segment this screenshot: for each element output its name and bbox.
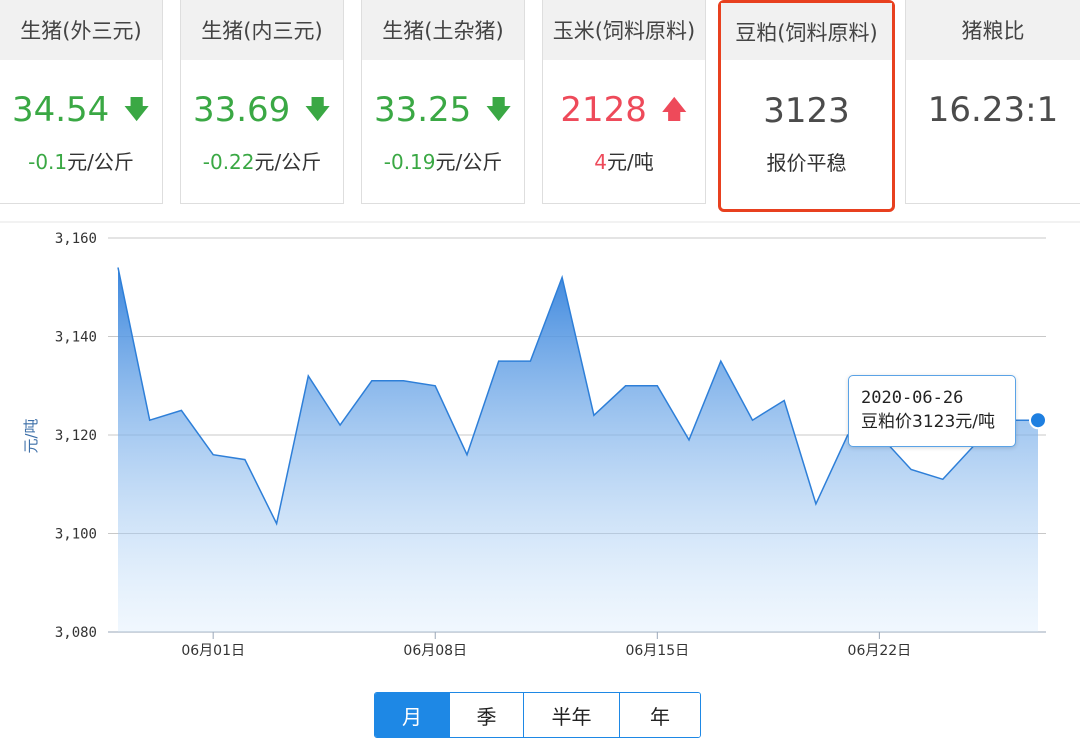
y-axis-ticks: 3,080 3,100 3,120 3,140 3,160	[55, 231, 97, 641]
range-half-year-button[interactable]: 半年	[524, 693, 620, 737]
card-change: -0.1元/公斤	[28, 150, 134, 174]
x-axis: 06月01日 06月08日 06月15日 06月22日	[181, 632, 911, 659]
arrow-up-icon: 🡅	[660, 95, 688, 125]
card-title: 玉米(饲料原料)	[543, 0, 705, 60]
y-tick-label: 3,120	[55, 428, 97, 444]
highlight-point[interactable]	[1029, 411, 1047, 430]
card-pig-internal[interactable]: 生猪(内三元) 33.69 🡇 -0.22元/公斤	[180, 0, 344, 204]
card-title: 生猪(土杂猪)	[362, 0, 524, 60]
x-tick-label: 06月01日	[181, 643, 245, 659]
card-pig-grain-ratio[interactable]: 猪粮比 16.23:1	[905, 0, 1080, 204]
card-soybean-meal[interactable]: 豆粕(饲料原料) 3123 报价平稳	[718, 0, 895, 212]
card-value: 34.54 🡇	[0, 90, 162, 135]
card-change: 4元/吨	[594, 150, 654, 174]
card-value: 33.25 🡇	[362, 90, 524, 135]
x-tick-label: 06月08日	[403, 643, 467, 659]
y-tick-label: 3,140	[55, 330, 97, 346]
card-value: 16.23:1	[927, 90, 1059, 130]
card-corn[interactable]: 玉米(饲料原料) 2128 🡅 4元/吨	[542, 0, 706, 204]
card-change: 报价平稳	[766, 151, 847, 175]
card-change: -0.22元/公斤	[202, 150, 322, 174]
card-title: 生猪(外三元)	[0, 0, 162, 60]
range-year-button[interactable]: 年	[620, 693, 700, 737]
tooltip-date: 2020-06-26	[861, 388, 964, 408]
x-tick-label: 06月15日	[625, 643, 689, 659]
card-title: 生猪(内三元)	[181, 0, 343, 60]
range-selector: 月 季 半年 年	[374, 692, 701, 738]
arrow-down-icon: 🡇	[485, 95, 513, 125]
y-tick-label: 3,160	[55, 231, 97, 247]
y-tick-label: 3,080	[55, 625, 97, 641]
arrow-down-icon: 🡇	[123, 95, 151, 125]
series-area	[118, 267, 1038, 632]
card-value: 2128 🡅	[543, 90, 705, 135]
price-cards: 生猪(外三元) 34.54 🡇 -0.1元/公斤 生猪(内三元) 33.69 🡇 -…	[0, 0, 1080, 212]
range-quarter-button[interactable]: 季	[450, 693, 524, 737]
chart-tooltip: 2020-06-26 豆粕价3123元/吨	[848, 375, 1016, 447]
card-title: 猪粮比	[906, 0, 1080, 60]
card-value: 33.69 🡇	[181, 90, 343, 135]
tooltip-label: 豆粕价3123元/吨	[861, 412, 995, 432]
card-change: -0.19元/公斤	[383, 150, 503, 174]
card-value: 3123	[763, 91, 850, 131]
card-title: 豆粕(饲料原料)	[721, 3, 892, 60]
card-pig-local[interactable]: 生猪(土杂猪) 33.25 🡇 -0.19元/公斤	[361, 0, 525, 204]
y-axis-label: 元/吨	[22, 418, 40, 453]
range-month-button[interactable]: 月	[375, 693, 450, 737]
x-tick-label: 06月22日	[848, 643, 912, 659]
card-pig-external[interactable]: 生猪(外三元) 34.54 🡇 -0.1元/公斤	[0, 0, 163, 204]
arrow-down-icon: 🡇	[304, 95, 332, 125]
y-tick-label: 3,100	[55, 527, 97, 543]
